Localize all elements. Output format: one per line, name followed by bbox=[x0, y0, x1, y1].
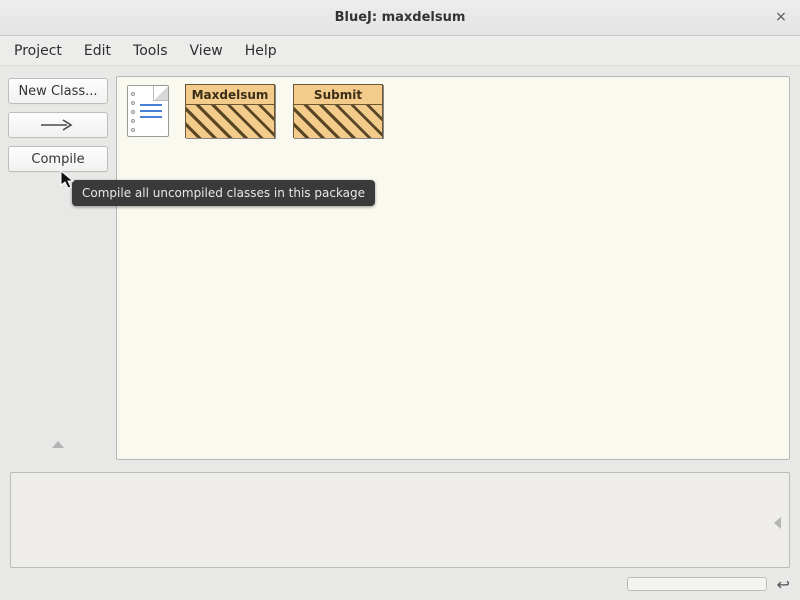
readme-icon[interactable] bbox=[127, 85, 169, 137]
class-box-submit[interactable]: Submit bbox=[293, 84, 383, 138]
menu-bar: Project Edit Tools View Help bbox=[0, 36, 800, 66]
sidebar: New Class... Compile bbox=[0, 66, 116, 466]
mouse-cursor-icon bbox=[60, 170, 76, 190]
canvas-wrap: Maxdelsum Submit bbox=[116, 66, 800, 466]
main-area: New Class... Compile Maxdelsum Submit bbox=[0, 66, 800, 466]
class-name-label: Submit bbox=[294, 85, 382, 105]
arrow-right-icon bbox=[39, 118, 77, 132]
compile-button[interactable]: Compile bbox=[8, 146, 108, 172]
window-titlebar: BlueJ: maxdelsum × bbox=[0, 0, 800, 36]
window-title: BlueJ: maxdelsum bbox=[335, 10, 466, 25]
uncompiled-stripes-icon bbox=[186, 105, 274, 138]
compile-tooltip: Compile all uncompiled classes in this p… bbox=[72, 180, 375, 206]
menu-edit[interactable]: Edit bbox=[84, 43, 111, 59]
progress-bar bbox=[627, 577, 767, 591]
dependency-arrow-button[interactable] bbox=[8, 112, 108, 138]
menu-tools[interactable]: Tools bbox=[133, 43, 168, 59]
new-class-button[interactable]: New Class... bbox=[8, 78, 108, 104]
activity-indicator-icon: ↩ bbox=[777, 575, 790, 594]
class-diagram-canvas[interactable]: Maxdelsum Submit bbox=[116, 76, 790, 460]
uncompiled-stripes-icon bbox=[294, 105, 382, 138]
class-name-label: Maxdelsum bbox=[186, 85, 274, 105]
status-bar: ↩ bbox=[0, 572, 800, 596]
menu-help[interactable]: Help bbox=[245, 43, 277, 59]
class-box-maxdelsum[interactable]: Maxdelsum bbox=[185, 84, 275, 138]
object-bench-collapse-icon[interactable] bbox=[774, 517, 781, 529]
sidebar-collapse-icon[interactable] bbox=[52, 441, 64, 448]
menu-project[interactable]: Project bbox=[14, 43, 62, 59]
object-bench[interactable] bbox=[10, 472, 790, 568]
menu-view[interactable]: View bbox=[190, 43, 223, 59]
window-close-button[interactable]: × bbox=[772, 8, 790, 26]
